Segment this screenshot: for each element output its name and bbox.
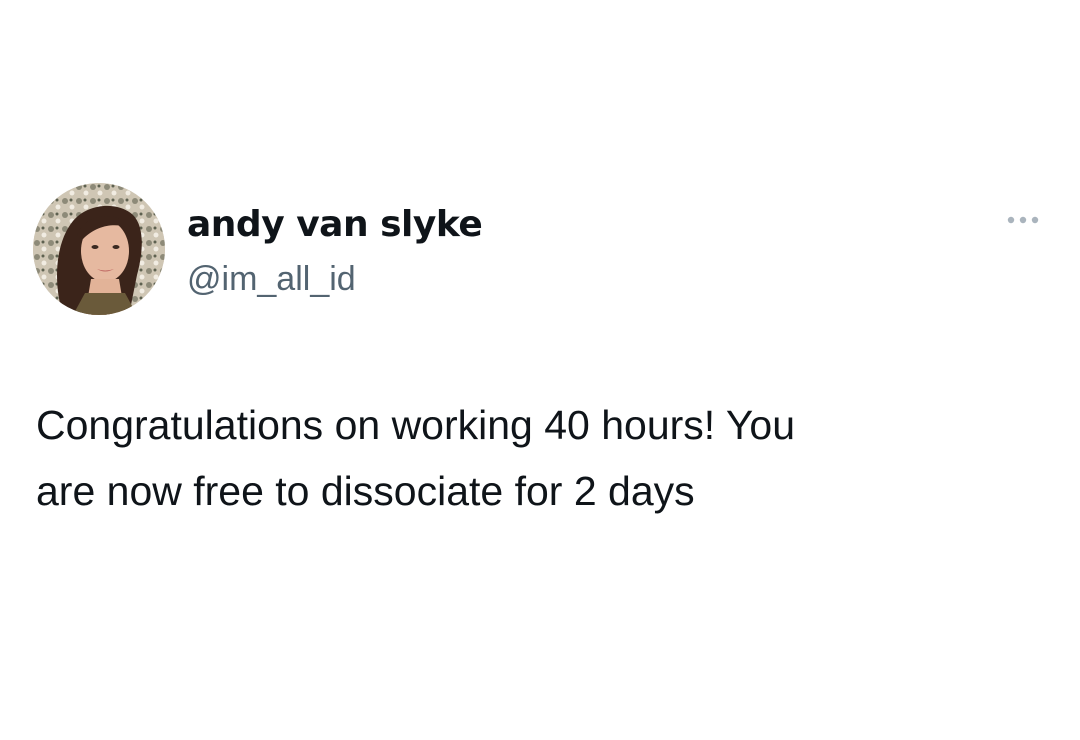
tweet-card: andy van slyke @im_all_id Congratulation… — [0, 0, 1080, 740]
author-handle[interactable]: @im_all_id — [187, 258, 356, 300]
tweet-text-line: are now free to dissociate for 2 days — [36, 468, 695, 514]
more-options-button[interactable] — [1000, 205, 1046, 235]
avatar-photo-icon — [33, 183, 165, 315]
tweet-text: Congratulations on working 40 hours! You… — [36, 392, 1036, 524]
avatar[interactable] — [33, 183, 165, 315]
author-display-name[interactable]: andy van slyke — [187, 203, 483, 247]
tweet-text-line: Congratulations on working 40 hours! You — [36, 402, 796, 448]
more-horizontal-icon — [1007, 216, 1039, 224]
